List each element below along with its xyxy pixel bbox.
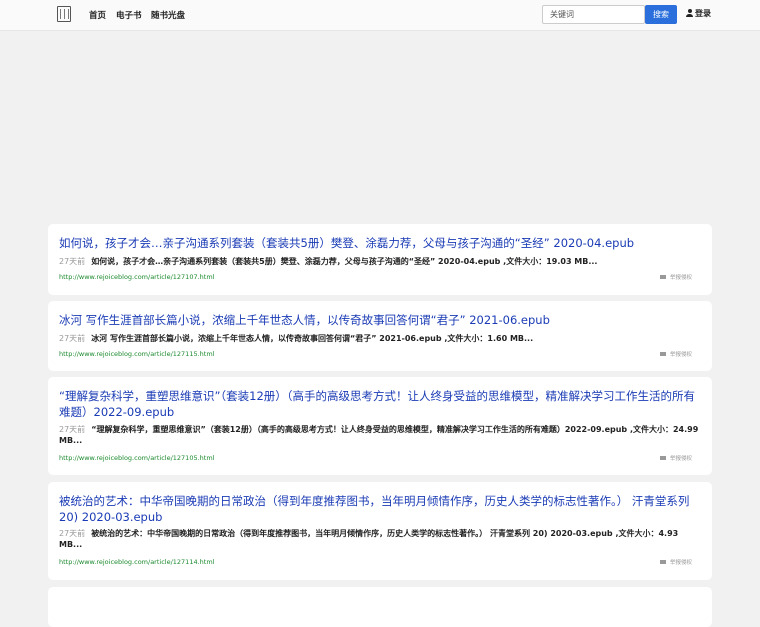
report-link[interactable]: 举报侵权 xyxy=(659,558,692,566)
mail-icon xyxy=(659,352,666,356)
report-link[interactable]: 举报侵权 xyxy=(659,273,692,281)
result-title[interactable]: 被统治的艺术：中华帝国晚期的日常政治（得到年度推荐图书，当年明月倾情作序，历史人… xyxy=(59,493,701,525)
result-card: 被统治的艺术：中华帝国晚期的日常政治（得到年度推荐图书，当年明月倾情作序，历史人… xyxy=(48,482,712,580)
result-description: 被统治的艺术：中华帝国晚期的日常政治（得到年度推荐图书，当年明月倾情作序，历史人… xyxy=(59,529,679,549)
result-url[interactable]: http://www.rejoiceblog.com/article/12710… xyxy=(59,273,214,281)
report-link[interactable]: 举报侵权 xyxy=(659,350,692,358)
user-icon xyxy=(686,9,693,17)
result-age: 27天前 xyxy=(59,257,86,266)
result-url[interactable]: http://www.rejoiceblog.com/article/12711… xyxy=(59,350,214,358)
result-age: 27天前 xyxy=(59,334,86,343)
login-link[interactable]: 登录 xyxy=(686,8,711,19)
result-meta: 27天前 冰河 写作生涯首部长篇小说，浓缩上千年世态人情，以传奇故事回答何谓“君子… xyxy=(59,333,699,344)
nav-ebooks[interactable]: 电子书 xyxy=(116,9,142,21)
report-label: 举报侵权 xyxy=(669,275,692,281)
search-input[interactable] xyxy=(542,5,645,24)
mail-icon xyxy=(659,456,666,460)
result-age: 27天前 xyxy=(59,529,86,538)
nav-home[interactable]: 首页 xyxy=(89,9,106,21)
report-label: 举报侵权 xyxy=(669,560,692,566)
nav-cd[interactable]: 随书光盘 xyxy=(151,9,185,21)
result-card: 如何说，孩子才会…亲子沟通系列套装（套装共5册）樊登、涂磊力荐，父母与孩子沟通的… xyxy=(48,224,712,295)
mail-icon xyxy=(659,275,666,279)
result-url[interactable]: http://www.rejoiceblog.com/article/12711… xyxy=(59,558,214,566)
book-logo-icon[interactable] xyxy=(57,6,71,22)
result-meta: 27天前 “理解复杂科学，重塑思维意识”（套装12册）（高手的高级思考方式！让人终… xyxy=(59,424,699,446)
result-title[interactable]: 冰河 写作生涯首部长篇小说，浓缩上千年世态人情，以传奇故事回答何谓“君子” 20… xyxy=(59,312,701,328)
result-description: 如何说，孩子才会…亲子沟通系列套装（套装共5册）樊登、涂磊力荐，父母与孩子沟通的… xyxy=(91,257,598,266)
result-card: 冰河 写作生涯首部长篇小说，浓缩上千年世态人情，以传奇故事回答何谓“君子” 20… xyxy=(48,301,712,371)
result-card-partial xyxy=(48,587,712,627)
result-card: “理解复杂科学，重塑思维意识”（套装12册）（高手的高级思考方式！让人终身受益的… xyxy=(48,377,712,475)
report-label: 举报侵权 xyxy=(669,456,692,462)
result-age: 27天前 xyxy=(59,425,86,434)
result-title[interactable]: “理解复杂科学，重塑思维意识”（套装12册）（高手的高级思考方式！让人终身受益的… xyxy=(59,388,701,420)
report-label: 举报侵权 xyxy=(669,352,692,358)
mail-icon xyxy=(659,560,666,564)
search-button[interactable]: 搜索 xyxy=(645,5,677,24)
result-description: 冰河 写作生涯首部长篇小说，浓缩上千年世态人情，以传奇故事回答何谓“君子” 20… xyxy=(91,334,534,343)
login-label: 登录 xyxy=(695,9,711,18)
result-url[interactable]: http://www.rejoiceblog.com/article/12710… xyxy=(59,454,214,462)
result-description: “理解复杂科学，重塑思维意识”（套装12册）（高手的高级思考方式！让人终身受益的… xyxy=(59,425,699,445)
result-title[interactable]: 如何说，孩子才会…亲子沟通系列套装（套装共5册）樊登、涂磊力荐，父母与孩子沟通的… xyxy=(59,235,701,251)
report-link[interactable]: 举报侵权 xyxy=(659,454,692,462)
result-meta: 27天前 被统治的艺术：中华帝国晚期的日常政治（得到年度推荐图书，当年明月倾情作序… xyxy=(59,528,699,550)
top-navbar: 首页 电子书 随书光盘 搜索 登录 xyxy=(0,0,760,31)
result-meta: 27天前 如何说，孩子才会…亲子沟通系列套装（套装共5册）樊登、涂磊力荐，父母与孩… xyxy=(59,256,699,267)
